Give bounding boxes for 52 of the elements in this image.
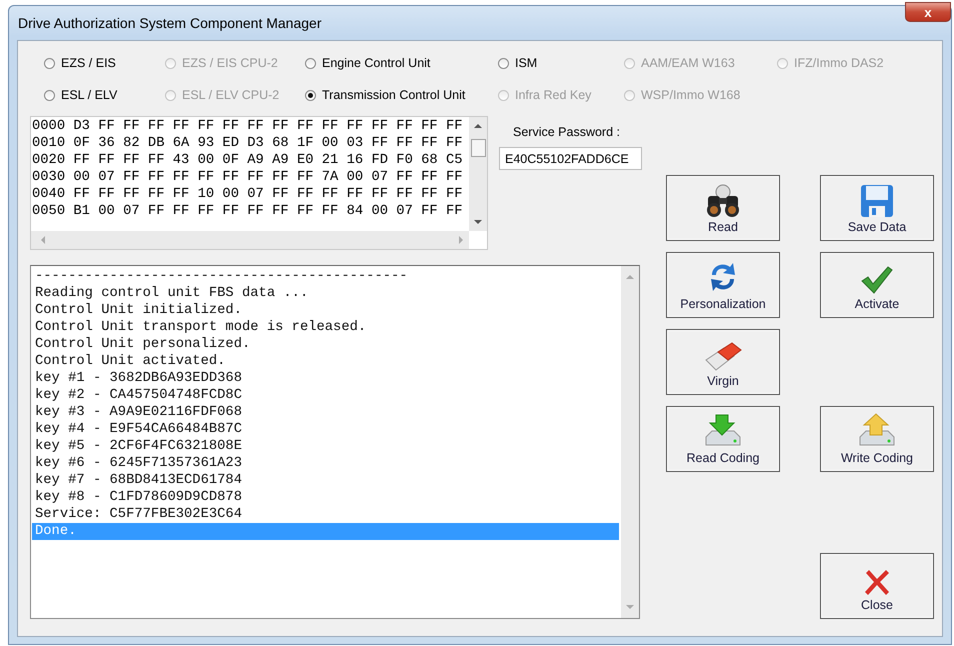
radio-button[interactable] — [44, 90, 55, 100]
tool-button[interactable]: Activate — [820, 252, 934, 318]
radio-button[interactable] — [498, 58, 509, 68]
tool-button[interactable]: Personalization — [666, 252, 780, 318]
eraser-icon — [704, 342, 742, 372]
window-title: Drive Authorization System Component Manager — [18, 15, 322, 31]
window-close-button[interactable]: x — [905, 2, 951, 22]
log-line[interactable]: Control Unit initialized. — [32, 302, 619, 319]
service-password-field[interactable]: E40C55102FADD6CE — [499, 147, 642, 170]
hex-dump-line: 0030 00 07 FF FF FF FF FF FF FF FF 7A 00 07 FF FF FF — [32, 169, 464, 186]
log-line[interactable]: Control Unit personalized. — [32, 336, 619, 353]
horizontal-scrollbar[interactable] — [31, 231, 469, 249]
hex-dump-line: 0020 FF FF FF FF 43 00 0F A9 A9 E0 21 16 FD F0 68 C5 — [32, 152, 464, 169]
hex-dump-line: 0040 FF FF FF FF FF 10 00 07 FF FF FF FF FF FF FF FF — [32, 186, 464, 203]
hex-dump-line: 0050 B1 00 07 FF FF FF FF FF FF FF FF 84 00 07 FF FF — [32, 203, 464, 220]
radio-button[interactable] — [305, 90, 316, 100]
radio-label[interactable]: ESL / ELV — [61, 88, 118, 102]
service-password-label: Service Password : — [512, 125, 621, 139]
scrollbar-thumb[interactable] — [471, 139, 486, 157]
scroll-left-arrow-icon[interactable] — [41, 236, 45, 244]
radio-label[interactable]: Engine Control Unit — [322, 56, 430, 70]
log-line[interactable]: key #7 - 68BD8413ECD61784 — [32, 472, 619, 489]
radio-button[interactable] — [44, 58, 55, 68]
tool-button[interactable]: Write Coding — [820, 406, 934, 472]
log-line[interactable]: Service: C5F77FBE302E3C64 — [32, 506, 619, 523]
close-dialog-button[interactable]: Close — [820, 553, 934, 619]
hex-dump-line: 0010 0F 36 82 DB 6A 93 ED D3 68 1F 00 03 FF FF FF FF — [32, 135, 464, 152]
hex-dump-line: 0000 D3 FF FF FF FF FF FF FF FF FF FF FF FF FF FF FF — [32, 118, 464, 135]
tool-button[interactable]: Read — [666, 175, 780, 241]
log-line[interactable]: Reading control unit FBS data ... — [32, 285, 619, 302]
log-line[interactable]: Control Unit transport mode is released. — [32, 319, 619, 336]
radio-button[interactable] — [305, 58, 316, 68]
log-line[interactable]: key #5 - 2CF6F4FC6321808E — [32, 438, 619, 455]
vertical-scrollbar[interactable] — [469, 117, 487, 231]
check-mark-icon — [860, 265, 894, 295]
log-line[interactable]: key #6 - 6245F71357361A23 — [32, 455, 619, 472]
radio-label[interactable]: Transmission Control Unit — [322, 88, 466, 102]
log-line[interactable]: key #3 - A9A9E02116FDF068 — [32, 404, 619, 421]
binoculars-icon — [704, 184, 742, 218]
radio-label[interactable]: ISM — [515, 56, 538, 70]
log-line[interactable]: --------------------------------------------- — [32, 268, 619, 285]
log-line[interactable]: key #4 - E9F54CA66484B87C — [32, 421, 619, 438]
tool-button[interactable]: Save Data — [820, 175, 934, 241]
cross-icon — [863, 568, 891, 596]
radio-label[interactable]: EZS / EIS — [61, 56, 116, 70]
tool-button[interactable]: Read Coding — [666, 406, 780, 472]
log-line[interactable]: Control Unit activated. — [32, 353, 619, 370]
tool-button[interactable]: Virgin — [666, 329, 780, 395]
log-line[interactable]: key #1 - 3682DB6A93EDD368 — [32, 370, 619, 387]
log-line[interactable]: key #2 - CA457504748FCD8C — [32, 387, 619, 404]
scroll-right-arrow-icon[interactable] — [459, 236, 463, 244]
log-line[interactable]: key #8 - C1FD78609D9CD878 — [32, 489, 619, 506]
